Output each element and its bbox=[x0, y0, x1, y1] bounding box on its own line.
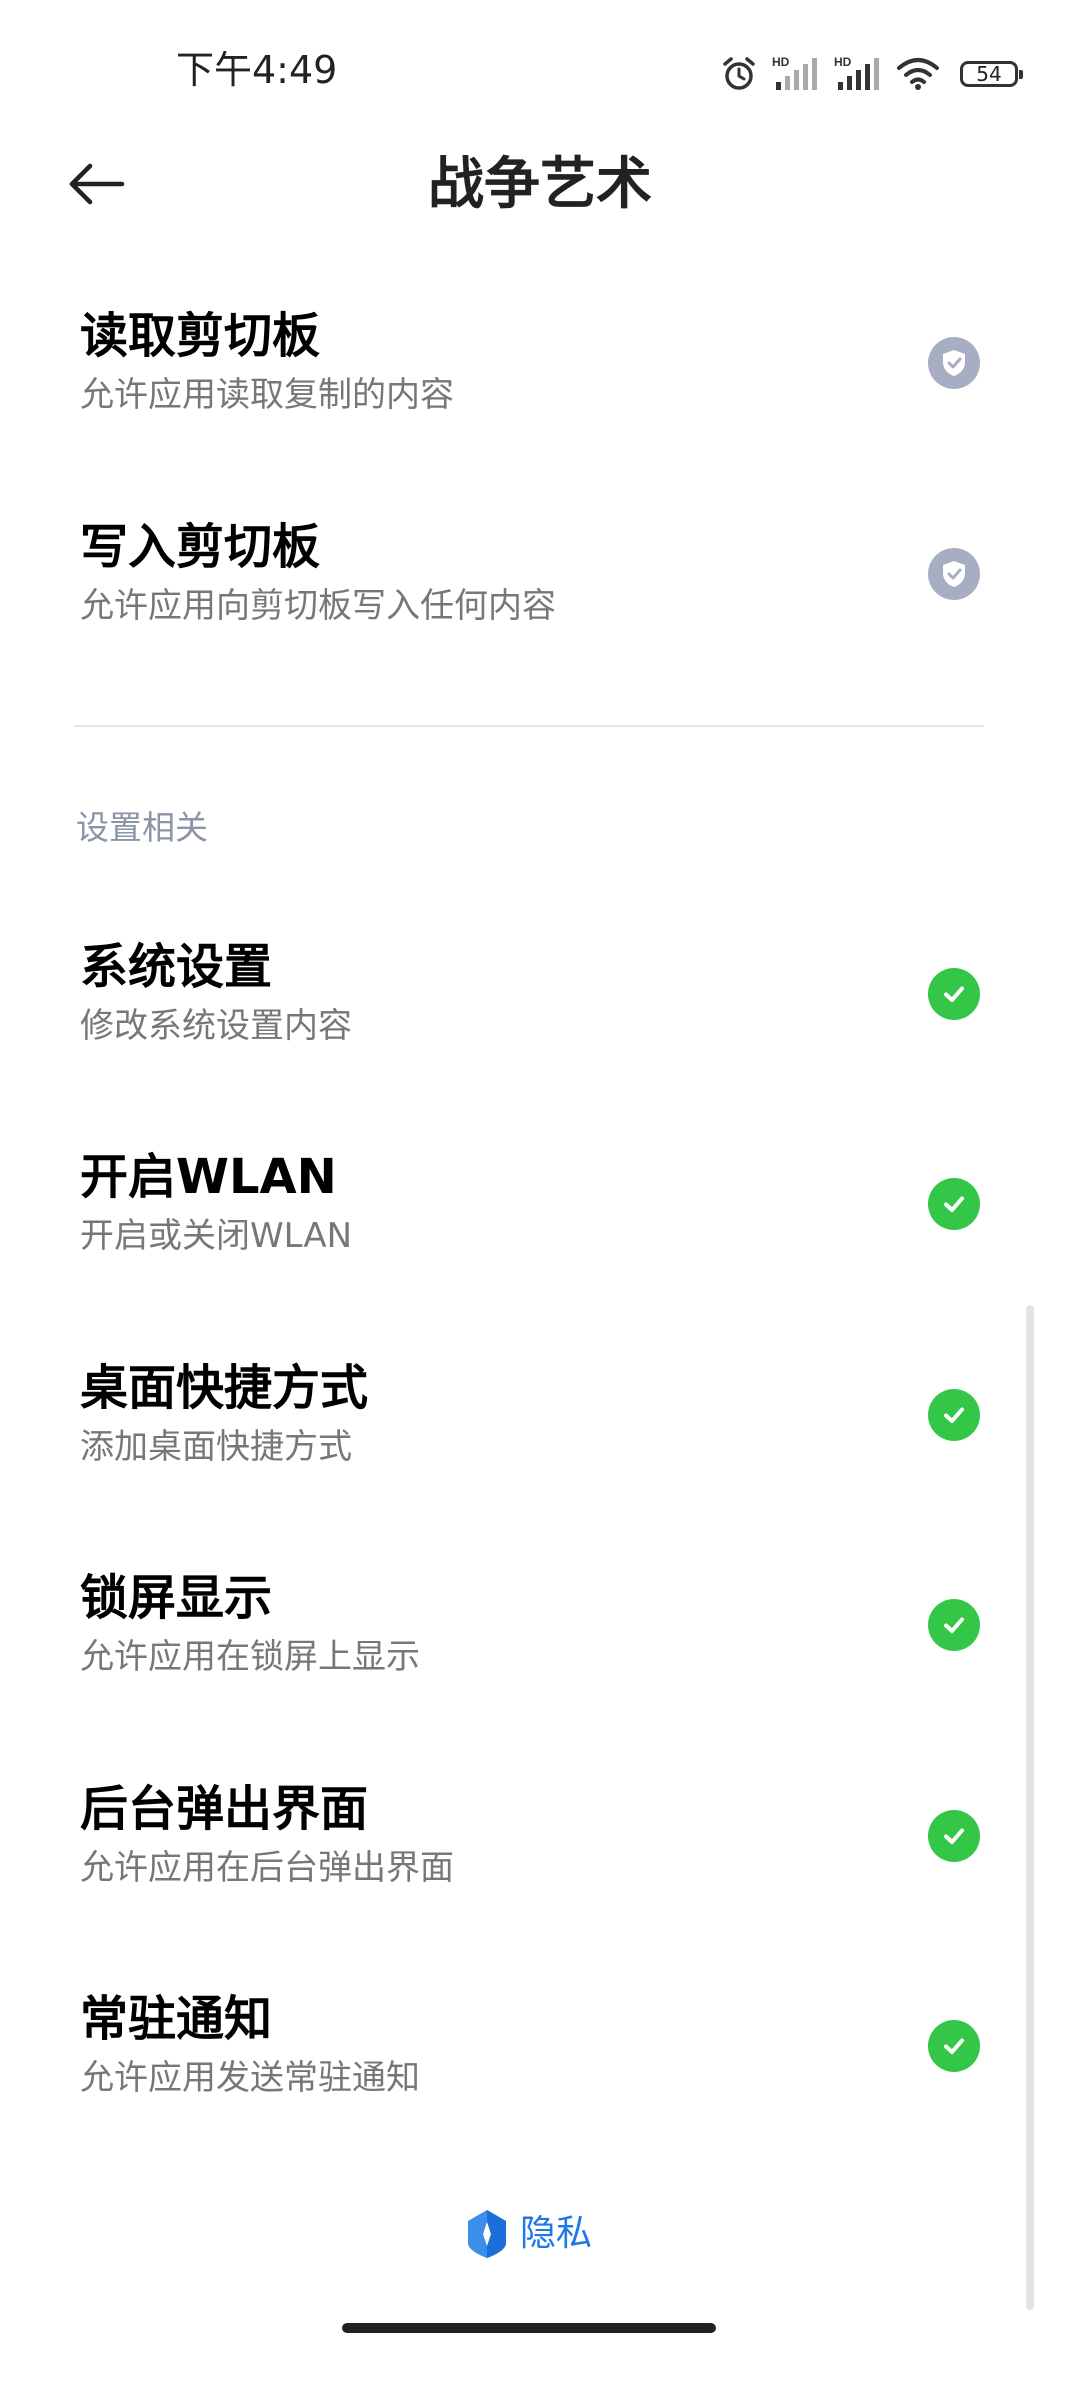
status-icons: HD HD 54 bbox=[720, 50, 1023, 98]
signal-icon: HD bbox=[834, 55, 879, 90]
permission-desc: 修改系统设置内容 bbox=[80, 1006, 352, 1046]
status-bar: 下午4:49 HD HD 54 bbox=[0, 0, 1080, 130]
shield-check-icon-glyph bbox=[943, 561, 965, 587]
page-title: 战争艺术 bbox=[428, 152, 652, 217]
permission-desc: 开启或关闭WLAN bbox=[80, 1216, 353, 1256]
home-indicator[interactable] bbox=[342, 2323, 716, 2333]
shield-check-icon[interactable] bbox=[928, 548, 980, 600]
check-icon-glyph bbox=[944, 2038, 964, 2054]
shield-check-icon-glyph bbox=[943, 350, 965, 376]
permission-title: 锁屏显示 bbox=[80, 1570, 273, 1626]
check-icon[interactable] bbox=[928, 1810, 980, 1862]
permission-desc: 允许应用在后台弹出界面 bbox=[80, 1848, 454, 1888]
signal-hd-label: HD bbox=[772, 55, 790, 69]
privacy-label: 隐私 bbox=[520, 2213, 593, 2254]
check-icon-glyph bbox=[944, 986, 964, 1002]
check-icon-glyph bbox=[944, 1407, 964, 1423]
check-icon[interactable] bbox=[928, 2020, 980, 2072]
permission-desc: 允许应用发送常驻通知 bbox=[80, 2058, 420, 2098]
battery-level: 54 bbox=[976, 62, 1002, 86]
permission-title: 常驻通知 bbox=[80, 1991, 273, 2047]
check-icon[interactable] bbox=[928, 968, 980, 1020]
permission-desc: 允许应用向剪切板写入任何内容 bbox=[80, 586, 556, 626]
permission-desc: 允许应用读取复制的内容 bbox=[80, 375, 454, 415]
section-divider bbox=[74, 725, 984, 727]
check-icon[interactable] bbox=[928, 1389, 980, 1441]
signal-icon: HD bbox=[772, 55, 817, 90]
permission-item-persistent-notification[interactable]: 常驻通知 允许应用发送常驻通知 bbox=[0, 1988, 1080, 2178]
permission-item-lockscreen-display[interactable]: 锁屏显示 允许应用在锁屏上显示 bbox=[0, 1567, 1080, 1757]
privacy-shield-icon bbox=[468, 2210, 506, 2258]
check-icon[interactable] bbox=[928, 1599, 980, 1651]
permission-title: 系统设置 bbox=[80, 939, 273, 995]
check-icon-glyph bbox=[944, 1828, 964, 1844]
permission-item-system-settings[interactable]: 系统设置 修改系统设置内容 bbox=[0, 936, 1080, 1126]
permission-title: 写入剪切板 bbox=[80, 519, 321, 575]
battery-icon: 54 bbox=[960, 61, 1023, 87]
scrollbar[interactable] bbox=[1026, 1305, 1034, 2310]
permission-title: 开启WLAN bbox=[80, 1149, 337, 1205]
permission-item-wlan[interactable]: 开启WLAN 开启或关闭WLAN bbox=[0, 1146, 1080, 1336]
check-icon-glyph bbox=[944, 1196, 964, 1212]
check-icon-glyph bbox=[944, 1617, 964, 1633]
permission-item-read-clipboard[interactable]: 读取剪切板 允许应用读取复制的内容 bbox=[0, 305, 1080, 495]
section-header-settings: 设置相关 bbox=[76, 808, 208, 847]
permission-title: 读取剪切板 bbox=[80, 308, 321, 364]
permission-desc: 允许应用在锁屏上显示 bbox=[80, 1637, 420, 1677]
check-icon[interactable] bbox=[928, 1178, 980, 1230]
signal-hd-label: HD bbox=[834, 55, 852, 69]
status-time: 下午4:49 bbox=[176, 48, 338, 92]
permission-title: 后台弹出界面 bbox=[80, 1781, 369, 1837]
permission-item-desktop-shortcut[interactable]: 桌面快捷方式 添加桌面快捷方式 bbox=[0, 1357, 1080, 1547]
alarm-icon bbox=[723, 57, 755, 90]
permission-desc: 添加桌面快捷方式 bbox=[80, 1427, 352, 1467]
permission-title: 桌面快捷方式 bbox=[80, 1360, 369, 1416]
app-header: 战争艺术 bbox=[0, 130, 1080, 240]
wifi-icon bbox=[897, 58, 939, 90]
privacy-link[interactable]: 隐私 bbox=[464, 2204, 592, 2264]
permission-item-write-clipboard[interactable]: 写入剪切板 允许应用向剪切板写入任何内容 bbox=[0, 516, 1080, 706]
permission-item-background-popup[interactable]: 后台弹出界面 允许应用在后台弹出界面 bbox=[0, 1778, 1080, 1968]
shield-check-icon[interactable] bbox=[928, 337, 980, 389]
